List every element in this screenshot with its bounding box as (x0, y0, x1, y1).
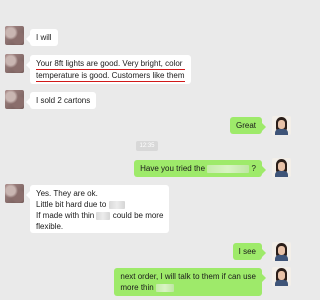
redacted-text (108, 200, 125, 209)
redacted-text (96, 211, 111, 220)
message-bubble-incoming[interactable]: I will (26, 29, 58, 46)
message-text-line: Yes. They are ok. (36, 189, 98, 198)
message-text-line: temperature is good. Customers like them (36, 71, 185, 82)
user-avatar[interactable] (272, 116, 291, 135)
message-text: Great (235, 121, 256, 130)
message-bubble-incoming[interactable]: Your 8ft lights are good. Very bright, c… (26, 55, 191, 84)
message-text: I will (36, 33, 52, 42)
contact-avatar[interactable] (5, 184, 24, 203)
message-text-line: next order, I will talk to them if can u… (120, 272, 256, 281)
message-bubble-outgoing[interactable]: Have you tried the ? (134, 160, 266, 177)
message-bubble-outgoing[interactable]: next order, I will talk to them if can u… (114, 268, 266, 296)
message-bubble-incoming[interactable]: Yes. They are ok. Little bit hard due to… (25, 185, 170, 233)
message-text: If made with thin (36, 211, 95, 220)
message-text: Have you tried the (140, 164, 206, 173)
message-bubble-outgoing[interactable]: Great (229, 117, 267, 134)
contact-avatar[interactable] (5, 26, 24, 45)
message-text: I sold 2 cartons (36, 96, 91, 105)
message-text: Little bit hard due to (36, 200, 107, 209)
contact-avatar[interactable] (5, 90, 24, 109)
redacted-text (207, 164, 250, 173)
redacted-text (155, 283, 174, 292)
message-text: more thin (120, 283, 154, 292)
user-avatar[interactable] (272, 158, 291, 177)
message-text-line: flexible. (36, 222, 64, 231)
message-text: ? (251, 164, 256, 173)
message-bubble-outgoing[interactable]: I see (232, 243, 267, 260)
message-bubble-incoming[interactable]: I sold 2 cartons (25, 92, 97, 109)
contact-avatar[interactable] (5, 54, 24, 73)
message-text-line: Your 8ft lights are good. Very bright, c… (36, 58, 185, 70)
user-avatar[interactable] (272, 242, 291, 261)
user-avatar[interactable] (272, 267, 291, 286)
message-text: could be more (112, 211, 164, 220)
message-text: I see (238, 247, 256, 256)
message-timestamp: 12:35 (136, 141, 158, 151)
